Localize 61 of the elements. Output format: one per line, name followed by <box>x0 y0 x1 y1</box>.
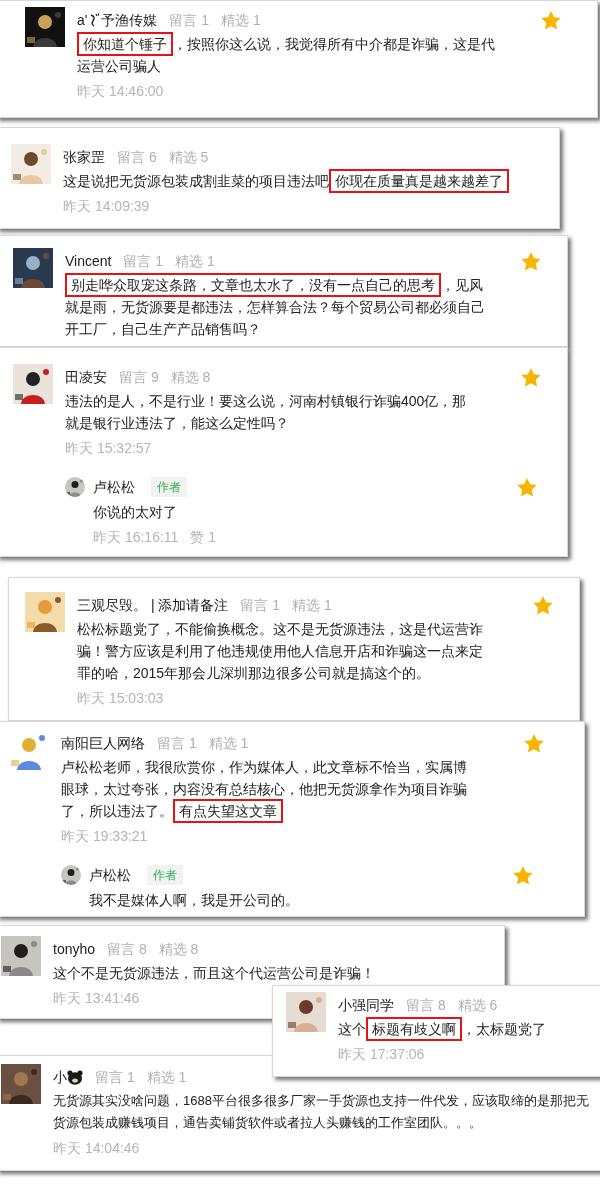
author-name[interactable]: 张家罡 <box>63 146 105 168</box>
stat-label: 留言 1 <box>95 1067 135 1087</box>
stat-label: 精选 1 <box>221 10 261 30</box>
comment-text: 你知道个锤子 ，按照你这么说，我觉得所有中介都是诈骗，这是代运营公司骗人 <box>77 33 499 77</box>
stat-label: 留言 1 <box>123 251 164 271</box>
author-name[interactable]: 卢松松 <box>89 864 131 886</box>
comment-text: 卢松松老师，我很欣赏你，作为媒体人，此文章标不恰当，实属博眼球，太过夸张，内容没有总结核心，他把无货源拿作为项目诈骗了，所以违法了。 有点失望这文章 <box>61 756 473 822</box>
comment-time: 昨天 14:09:39 <box>63 197 150 216</box>
stat-label: 精选 1 <box>146 1067 187 1087</box>
author-name[interactable]: a' <box>77 9 88 31</box>
bear-icon <box>67 1069 83 1085</box>
star-icon[interactable] <box>541 11 561 30</box>
stat-label: 精选 8 <box>158 939 199 959</box>
comment-time: 昨天 15:03:03 <box>77 689 164 708</box>
stat-label: 精选 1 <box>208 733 249 753</box>
comment-time: 昨天 15:32:57 <box>65 439 152 458</box>
comment-text: 别走哗众取宠这条路，文章也太水了，没有一点自己的思考 ，见风就是雨，无货源要是都违法，怎样算合法？每个贸易公司都必须自己开工厂，自己生产产品销售吗？ <box>65 274 487 340</box>
reply-text: 你说的太对了 <box>92 503 178 522</box>
star-icon[interactable] <box>533 596 553 615</box>
stat-label: 留言 8 <box>107 939 147 959</box>
stat-label: 留言 1 <box>240 595 281 615</box>
comment-time: 昨天 19:33:21 <box>61 827 148 846</box>
author-badge: 作者 <box>151 477 187 497</box>
stat-label: 精选 6 <box>457 995 498 1015</box>
star-icon[interactable] <box>513 866 533 885</box>
comment-text: 这个不是无货源违法，而且这个代运营公司是诈骗！ <box>53 964 376 983</box>
reply-text: 我不是媒体人啊，我是开公司的。 <box>88 891 300 910</box>
star-icon[interactable] <box>517 478 537 497</box>
stat-label: 留言 1 <box>169 10 210 30</box>
author-name[interactable]: Vincent <box>65 250 112 272</box>
author-name[interactable]: 予渔传媒 <box>101 9 158 31</box>
author-name[interactable]: 小强同学 <box>338 994 394 1016</box>
comment-text: 违法的是人，不是行业！要这么说，河南村镇银行诈骗400亿，那就是银行业违法了，能这么定性吗？ <box>65 392 468 433</box>
author-badge: 作者 <box>147 865 183 885</box>
author-name[interactable]: 三观尽毁。 | 添加请备注 <box>77 594 229 616</box>
comment-text: 这是说把无货源包装成割韭菜的项目违法吧 你现在质量真是越来越差了 <box>63 170 527 192</box>
comment-text: 无货源其实没啥问题，1688平台很多很多厂家一手货源也支持一件代发，应该取缔的是那把无货源包装成赚钱项目，通告卖铺货软件或者拉人头赚钱的工作室团队。。。 <box>53 1092 590 1132</box>
stat-label: 精选 5 <box>168 147 209 167</box>
comment-time: 昨天 14:04:46 <box>53 1139 140 1158</box>
stat-label: 留言 1 <box>157 733 197 753</box>
star-icon[interactable] <box>524 734 544 753</box>
star-icon[interactable] <box>521 368 541 387</box>
author-name[interactable]: 南阳巨人网络 <box>61 732 145 754</box>
comment-time: 昨天 13:41:46 <box>53 989 140 1008</box>
comment-time: 昨天 14:46:00 <box>77 82 164 101</box>
stat-label: 精选 1 <box>175 251 215 271</box>
author-name[interactable]: 小 <box>53 1066 67 1088</box>
author-name[interactable]: tonyho <box>53 938 96 960</box>
stat-label: 精选 8 <box>170 367 211 387</box>
stat-label: 留言 8 <box>406 995 446 1015</box>
comment-text: 松松标题党了，不能偷换概念。这不是无货源违法，这是代运营诈骗！警方应该是利用了他违规使用他人信息开店和诈骗这一点来定罪的哈，2015年那会儿深圳那边很多公司就是搞这个的。 <box>77 620 484 683</box>
author-name[interactable]: 田凌安 <box>65 366 107 388</box>
comment-time: 昨天 17:37:06 <box>338 1045 425 1064</box>
reply-time: 昨天 16:16:11 <box>93 528 179 547</box>
stat-label: 留言 6 <box>117 147 157 167</box>
comment-text: 这个 标题有歧义啊 ，太标题党了 <box>338 1018 581 1040</box>
stat-label: 留言 9 <box>119 367 159 387</box>
star-icon[interactable] <box>521 252 541 271</box>
squiggle-icon <box>88 12 101 28</box>
author-name[interactable]: 卢松松 <box>93 476 135 498</box>
stat-label: 精选 1 <box>292 595 332 615</box>
